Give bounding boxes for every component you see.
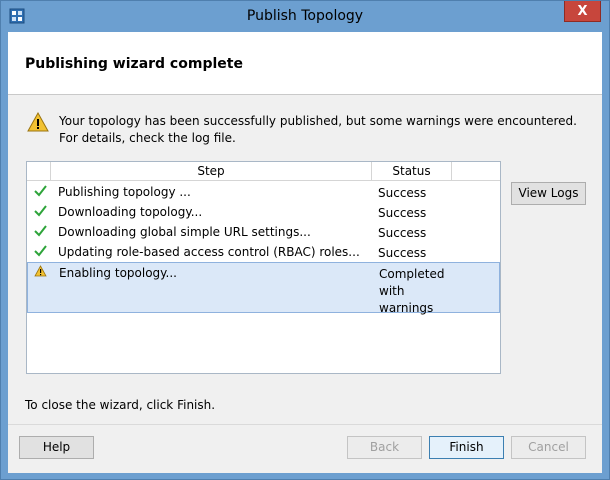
back-button[interactable]: Back [347,436,422,459]
status-message: Your topology has been successfully publ… [59,114,577,145]
page-title: Publishing wizard complete [25,56,243,72]
success-check-icon [34,245,47,257]
row-step: Publishing topology ... [58,185,191,199]
table-row[interactable]: Updating role-based access control (RBAC… [27,242,500,262]
row-status: Completed with warnings [379,267,445,315]
column-header-step[interactable]: Step [51,162,372,181]
warning-icon [27,112,49,132]
close-instruction: To close the wizard, click Finish. [25,398,216,412]
warning-icon [34,265,47,277]
row-step: Updating role-based access control (RBAC… [58,245,360,259]
list-header: Step Status [27,162,500,181]
steps-list[interactable]: Step Status Publishing topology ... Succ… [26,161,501,374]
row-status: Success [378,226,427,240]
row-status: Success [378,246,427,260]
close-button[interactable]: X [564,1,601,22]
help-button[interactable]: Help [19,436,94,459]
window-title: Publish Topology [246,8,364,24]
success-check-icon [34,185,47,197]
header-band: Publishing wizard complete [8,32,602,95]
finish-button[interactable]: Finish [429,436,504,459]
column-header-status[interactable]: Status [372,162,452,181]
close-icon: X [577,3,588,19]
row-status: Success [378,206,427,220]
table-row-selected[interactable]: Enabling topology... Completed with warn… [27,262,500,315]
divider [8,424,602,425]
wizard-client-area: Publishing wizard complete Your topology… [8,32,602,473]
table-row[interactable]: Downloading global simple URL settings..… [27,222,500,242]
row-step: Downloading topology... [58,205,203,219]
table-row[interactable]: Downloading topology... Success [27,202,500,222]
column-header-icon[interactable] [27,162,51,181]
success-check-icon [34,205,47,217]
view-logs-button[interactable]: View Logs [511,182,586,205]
row-status: Success [378,186,427,200]
table-row[interactable]: Publishing topology ... Success [27,182,500,202]
publish-topology-window: Publish Topology X Publishing wizard com… [0,0,610,480]
cancel-button[interactable]: Cancel [511,436,586,459]
title-bar[interactable]: Publish Topology X [1,1,609,32]
row-step: Downloading global simple URL settings..… [58,225,311,239]
success-check-icon [34,225,47,237]
row-step: Enabling topology... [59,266,177,280]
